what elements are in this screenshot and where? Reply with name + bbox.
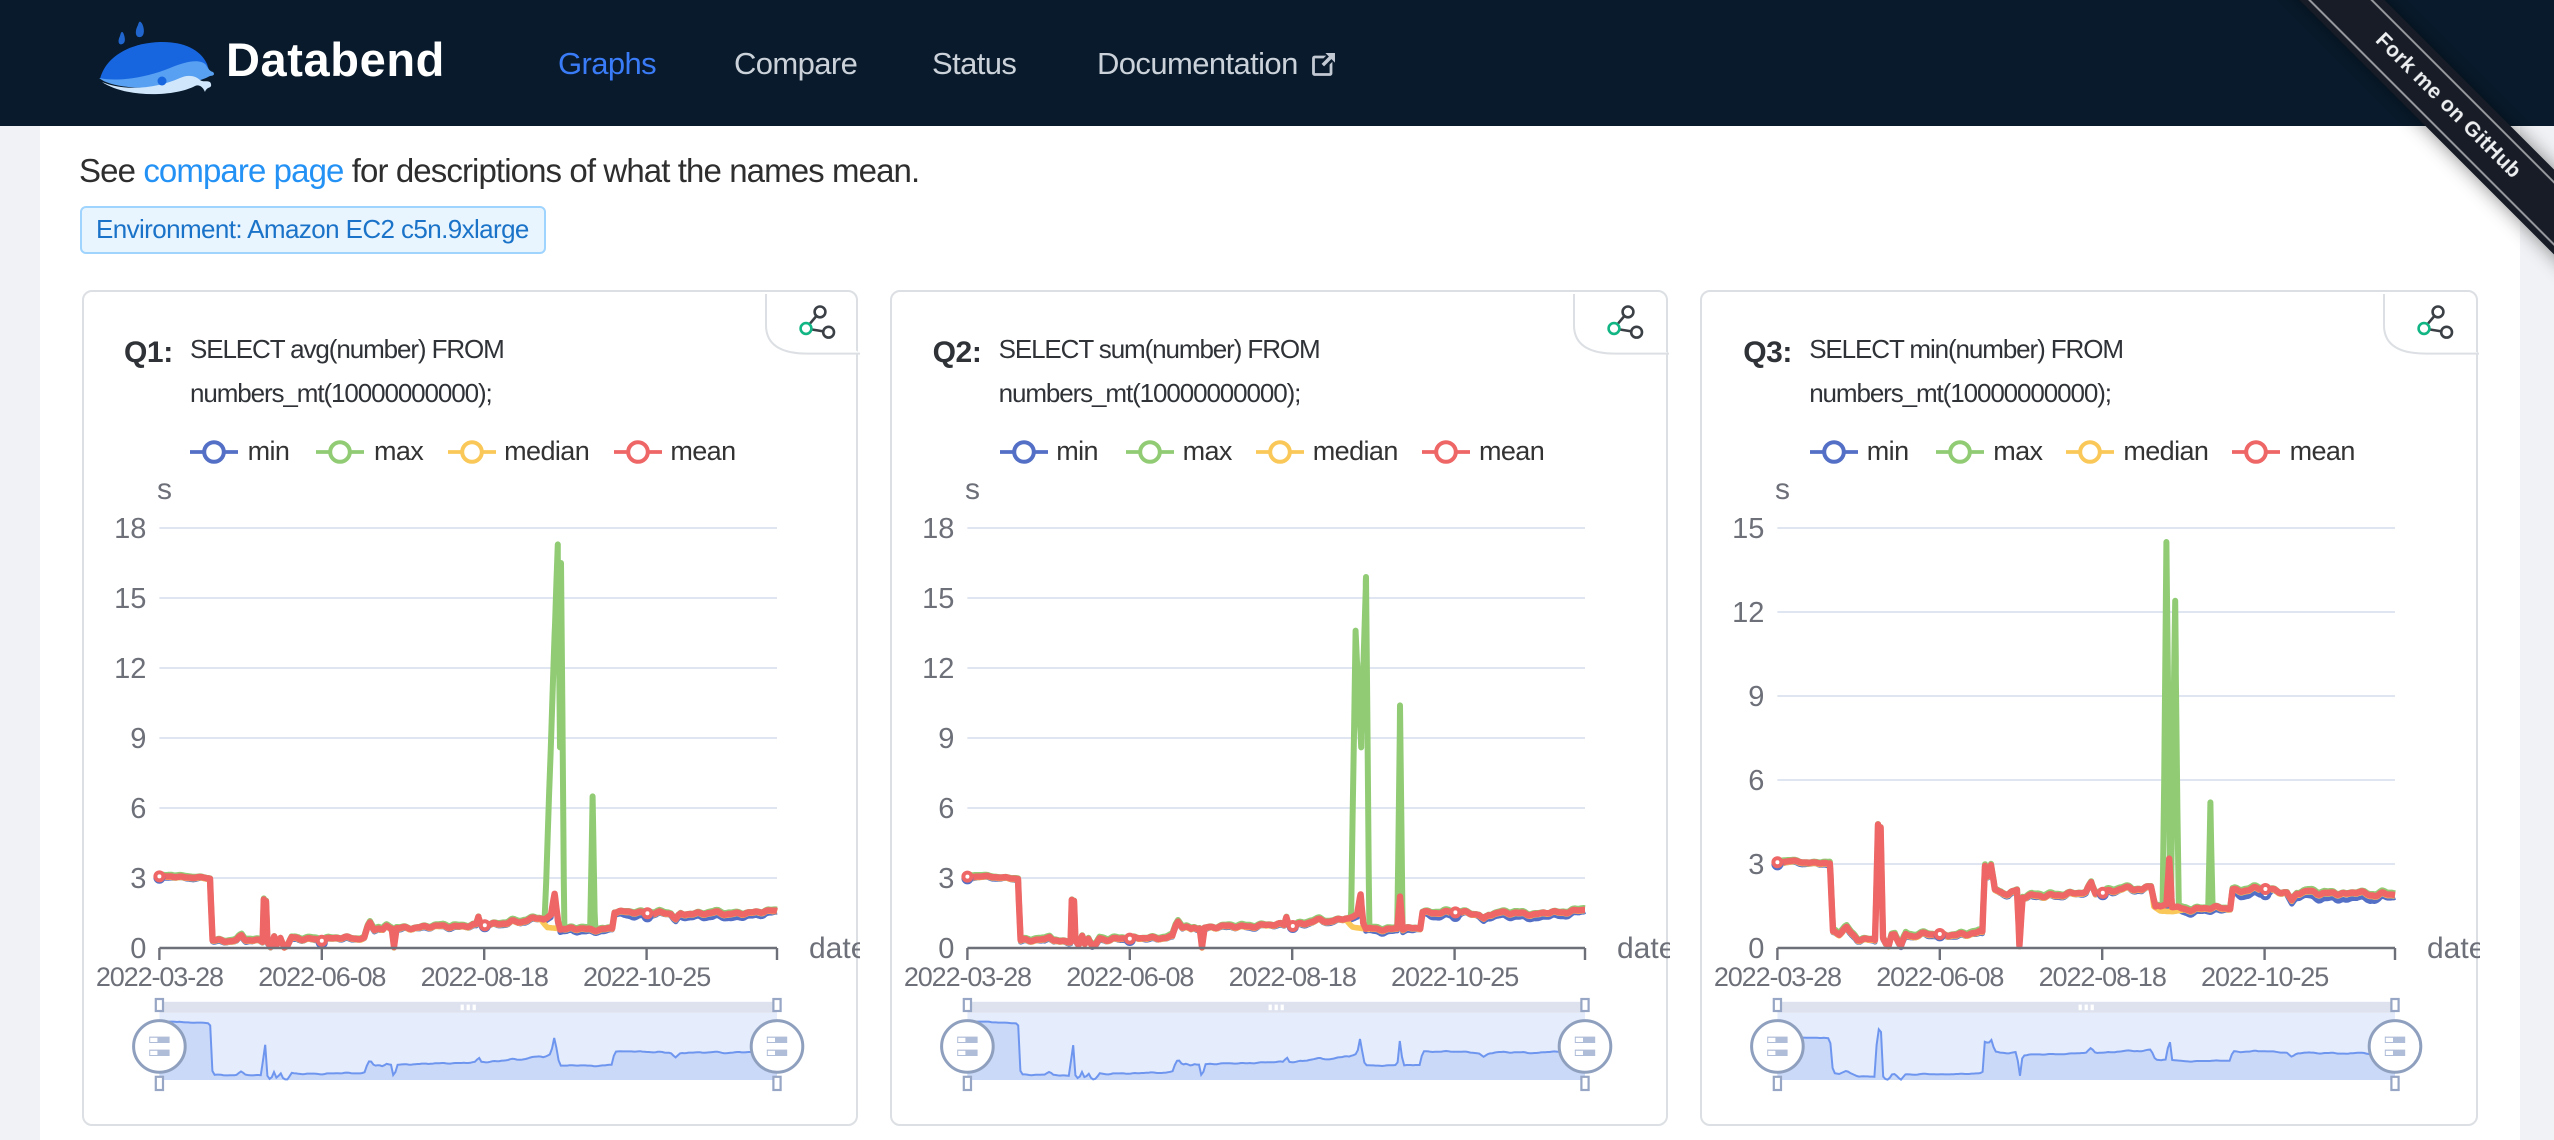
svg-text:6: 6: [1749, 764, 1765, 796]
svg-text:date: date: [2428, 931, 2480, 964]
svg-text:0: 0: [938, 932, 954, 964]
svg-text:18: 18: [114, 512, 146, 544]
svg-text:15: 15: [114, 582, 146, 614]
svg-text:3: 3: [130, 862, 146, 894]
svg-text:date: date: [808, 931, 860, 964]
svg-text:3: 3: [938, 862, 954, 894]
svg-text:s: s: [965, 472, 980, 505]
svg-text:15: 15: [1733, 512, 1765, 544]
svg-text:0: 0: [1749, 932, 1765, 964]
svg-text:6: 6: [130, 792, 146, 824]
svg-text:12: 12: [1733, 596, 1765, 628]
svg-text:s: s: [1776, 472, 1791, 505]
svg-text:date: date: [1617, 931, 1669, 964]
svg-text:2022-06-08: 2022-06-08: [258, 961, 385, 991]
svg-text:s: s: [156, 472, 171, 505]
svg-text:2022-08-18: 2022-08-18: [1229, 961, 1356, 991]
svg-text:3: 3: [1749, 848, 1765, 880]
svg-text:2022-06-08: 2022-06-08: [1066, 961, 1193, 991]
svg-text:2022-10-25: 2022-10-25: [1391, 961, 1518, 991]
svg-text:9: 9: [1749, 680, 1765, 712]
svg-text:12: 12: [922, 652, 954, 684]
svg-text:2022-08-18: 2022-08-18: [2039, 961, 2166, 991]
svg-text:9: 9: [130, 722, 146, 754]
svg-text:2022-10-25: 2022-10-25: [2202, 961, 2329, 991]
svg-text:2022-06-08: 2022-06-08: [1877, 961, 2004, 991]
svg-text:6: 6: [938, 792, 954, 824]
svg-text:9: 9: [938, 722, 954, 754]
svg-text:18: 18: [922, 512, 954, 544]
svg-text:2022-03-28: 2022-03-28: [95, 961, 222, 991]
svg-text:0: 0: [130, 932, 146, 964]
svg-text:2022-08-18: 2022-08-18: [420, 961, 547, 991]
svg-text:2022-03-28: 2022-03-28: [904, 961, 1031, 991]
svg-text:12: 12: [114, 652, 146, 684]
svg-text:15: 15: [922, 582, 954, 614]
svg-text:2022-10-25: 2022-10-25: [582, 961, 709, 991]
svg-text:2022-03-28: 2022-03-28: [1714, 961, 1841, 991]
